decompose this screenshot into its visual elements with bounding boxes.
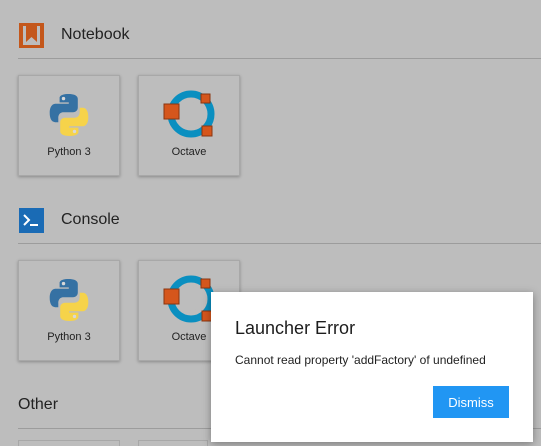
dismiss-button[interactable]: Dismiss <box>433 386 509 418</box>
section-title-console: Console <box>61 211 120 228</box>
card-other-partial[interactable] <box>18 440 120 446</box>
dialog-title: Launcher Error <box>235 318 356 338</box>
notebook-icon <box>18 22 45 49</box>
card-label: Python 3 <box>47 331 91 343</box>
dialog-message: Cannot read property 'addFactory' of und… <box>235 353 486 367</box>
python-logo-icon <box>19 86 119 144</box>
section-title-notebook: Notebook <box>61 26 130 43</box>
card-label: Python 3 <box>47 146 91 158</box>
section-header-notebook: Notebook <box>18 20 130 50</box>
section-divider <box>18 243 541 244</box>
card-other-partial[interactable] <box>138 440 208 446</box>
console-icon <box>18 207 45 234</box>
card-label: Octave <box>171 146 207 158</box>
python-logo-icon <box>19 271 119 329</box>
card-console-python3[interactable]: Python 3 <box>18 260 120 361</box>
section-header-other: Other <box>18 390 58 420</box>
card-notebook-octave[interactable]: Octave <box>138 75 240 176</box>
section-title-other: Other <box>18 396 59 413</box>
section-header-console: Console <box>18 205 120 235</box>
launcher-error-dialog: Launcher Error Cannot read property 'add… <box>211 292 533 442</box>
card-notebook-python3[interactable]: Python 3 <box>18 75 120 176</box>
octave-logo-icon <box>139 86 239 144</box>
section-divider <box>18 58 541 59</box>
